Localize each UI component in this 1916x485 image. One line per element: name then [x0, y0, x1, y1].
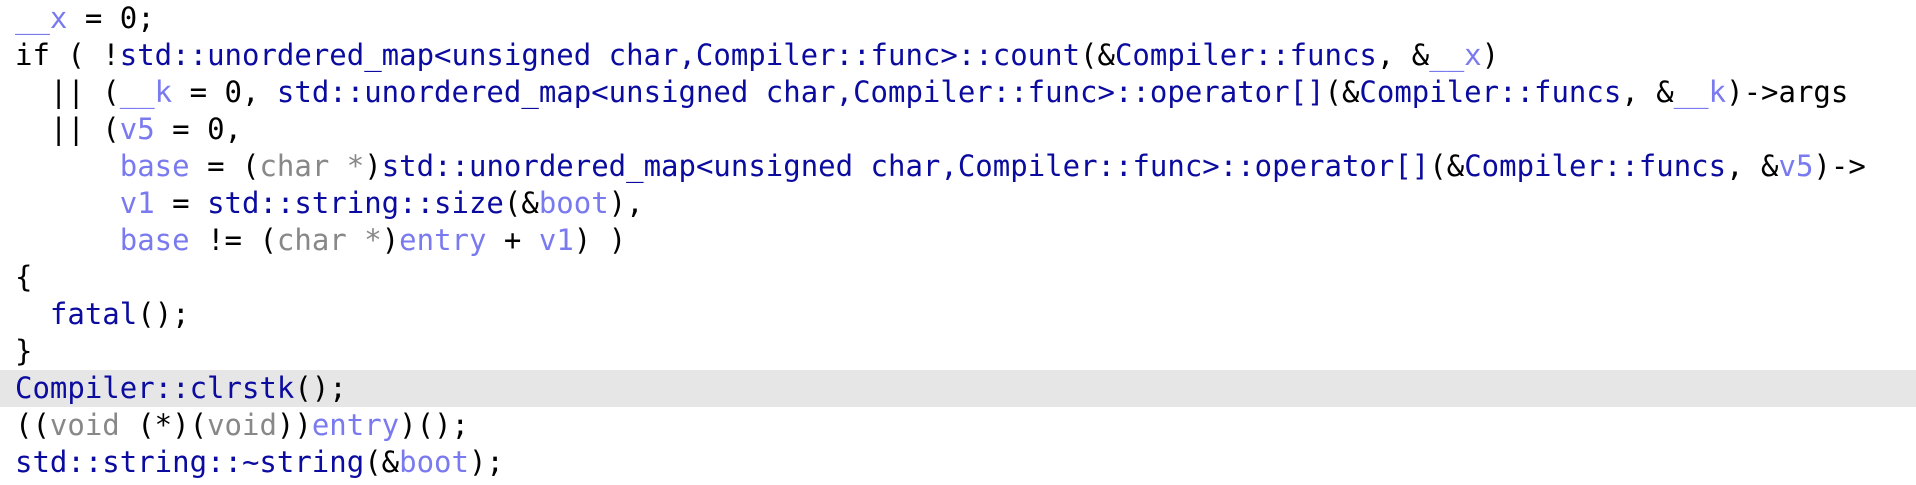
code-type: char *: [259, 149, 365, 183]
code-identifier: v1: [538, 223, 574, 257]
code-text: (&: [503, 186, 539, 220]
code-identifier: v5: [1778, 149, 1814, 183]
code-text: ),: [608, 186, 644, 220]
code-identifier: __x: [1429, 38, 1482, 72]
code-function: std::unordered_map<unsigned char,Compile…: [381, 149, 1430, 183]
code-identifier: v5: [119, 112, 155, 146]
code-identifier: base: [119, 223, 190, 257]
code-function: Compiler::clrstk: [15, 371, 295, 405]
code-function: std::unordered_map<unsigned char,Compile…: [119, 38, 1081, 72]
code-function: fatal: [49, 297, 138, 331]
code-text: || (: [15, 112, 120, 146]
code-function: Compiler::funcs: [1359, 75, 1622, 109]
code-type: void: [207, 408, 277, 442]
code-text: (&: [1080, 38, 1115, 72]
code-line[interactable]: {: [0, 259, 1916, 296]
code-text: +: [486, 223, 539, 257]
code-line[interactable]: v1 = std::string::size(&boot),: [0, 185, 1916, 222]
code-text: ((: [15, 408, 50, 442]
code-identifier: __x: [15, 1, 68, 35]
code-text: ): [1481, 38, 1500, 72]
code-line[interactable]: || (__k = 0, std::unordered_map<unsigned…: [0, 74, 1916, 111]
code-line[interactable]: ((void (*)(void))entry)();: [0, 407, 1916, 444]
code-function: Compiler::funcs: [1114, 38, 1377, 72]
code-text: (*)(: [119, 408, 208, 442]
code-line[interactable]: fatal();: [0, 296, 1916, 333]
code-type: void: [49, 408, 120, 442]
code-text: (&: [1429, 149, 1465, 183]
code-type: char *: [276, 223, 382, 257]
code-identifier: __k: [119, 75, 173, 109]
code-text: ( !: [49, 38, 120, 72]
code-text: ) ): [573, 223, 627, 257]
code-text: = 0;: [67, 1, 155, 35]
code-text: ): [381, 223, 400, 257]
code-text: ();: [137, 297, 190, 331]
code-text: = (: [189, 149, 260, 183]
code-text: (&: [1324, 75, 1360, 109]
code-line[interactable]: if ( !std::unordered_map<unsigned char,C…: [0, 37, 1916, 74]
code-keyword: if: [15, 38, 50, 72]
code-identifier: base: [119, 149, 190, 183]
code-line-current[interactable]: Compiler::clrstk();: [0, 370, 1916, 407]
code-identifier: entry: [311, 408, 400, 442]
code-text: )->args: [1726, 75, 1849, 109]
code-text: {: [15, 260, 33, 294]
code-identifier: boot: [399, 445, 469, 479]
code-identifier: entry: [399, 223, 487, 257]
code-line[interactable]: base = (char *)std::unordered_map<unsign…: [0, 148, 1916, 185]
code-editor[interactable]: __x = 0; if ( !std::unordered_map<unsigne…: [0, 0, 1916, 485]
code-line[interactable]: std::string::~string(&boot);: [0, 444, 1916, 481]
code-text: =: [154, 186, 208, 220]
code-text: , &: [1726, 149, 1779, 183]
code-line[interactable]: }: [0, 333, 1916, 370]
code-line[interactable]: __x = 0;: [0, 0, 1916, 37]
code-text: || (: [15, 75, 120, 109]
code-text: ();: [294, 371, 347, 405]
code-text: = 0,: [172, 75, 277, 109]
code-text: != (: [189, 223, 277, 257]
code-text: ): [364, 149, 382, 183]
code-text: = 0,: [154, 112, 242, 146]
code-text: }: [15, 334, 33, 368]
code-identifier: __k: [1673, 75, 1727, 109]
code-text: );: [468, 445, 504, 479]
code-function: std::string::~string: [15, 445, 365, 479]
code-text: , &: [1621, 75, 1674, 109]
code-text: )->: [1813, 149, 1866, 183]
code-line[interactable]: base != (char *)entry + v1) ): [0, 222, 1916, 259]
code-function: std::string::size: [207, 186, 504, 220]
code-text: )): [276, 408, 312, 442]
code-line[interactable]: || (v5 = 0,: [0, 111, 1916, 148]
code-function: Compiler::funcs: [1464, 149, 1727, 183]
code-identifier: v1: [119, 186, 155, 220]
code-text: (&: [364, 445, 400, 479]
code-text: )();: [399, 408, 469, 442]
code-identifier: boot: [538, 186, 609, 220]
code-text: , &: [1376, 38, 1430, 72]
code-function: std::unordered_map<unsigned char,Compile…: [276, 75, 1325, 109]
